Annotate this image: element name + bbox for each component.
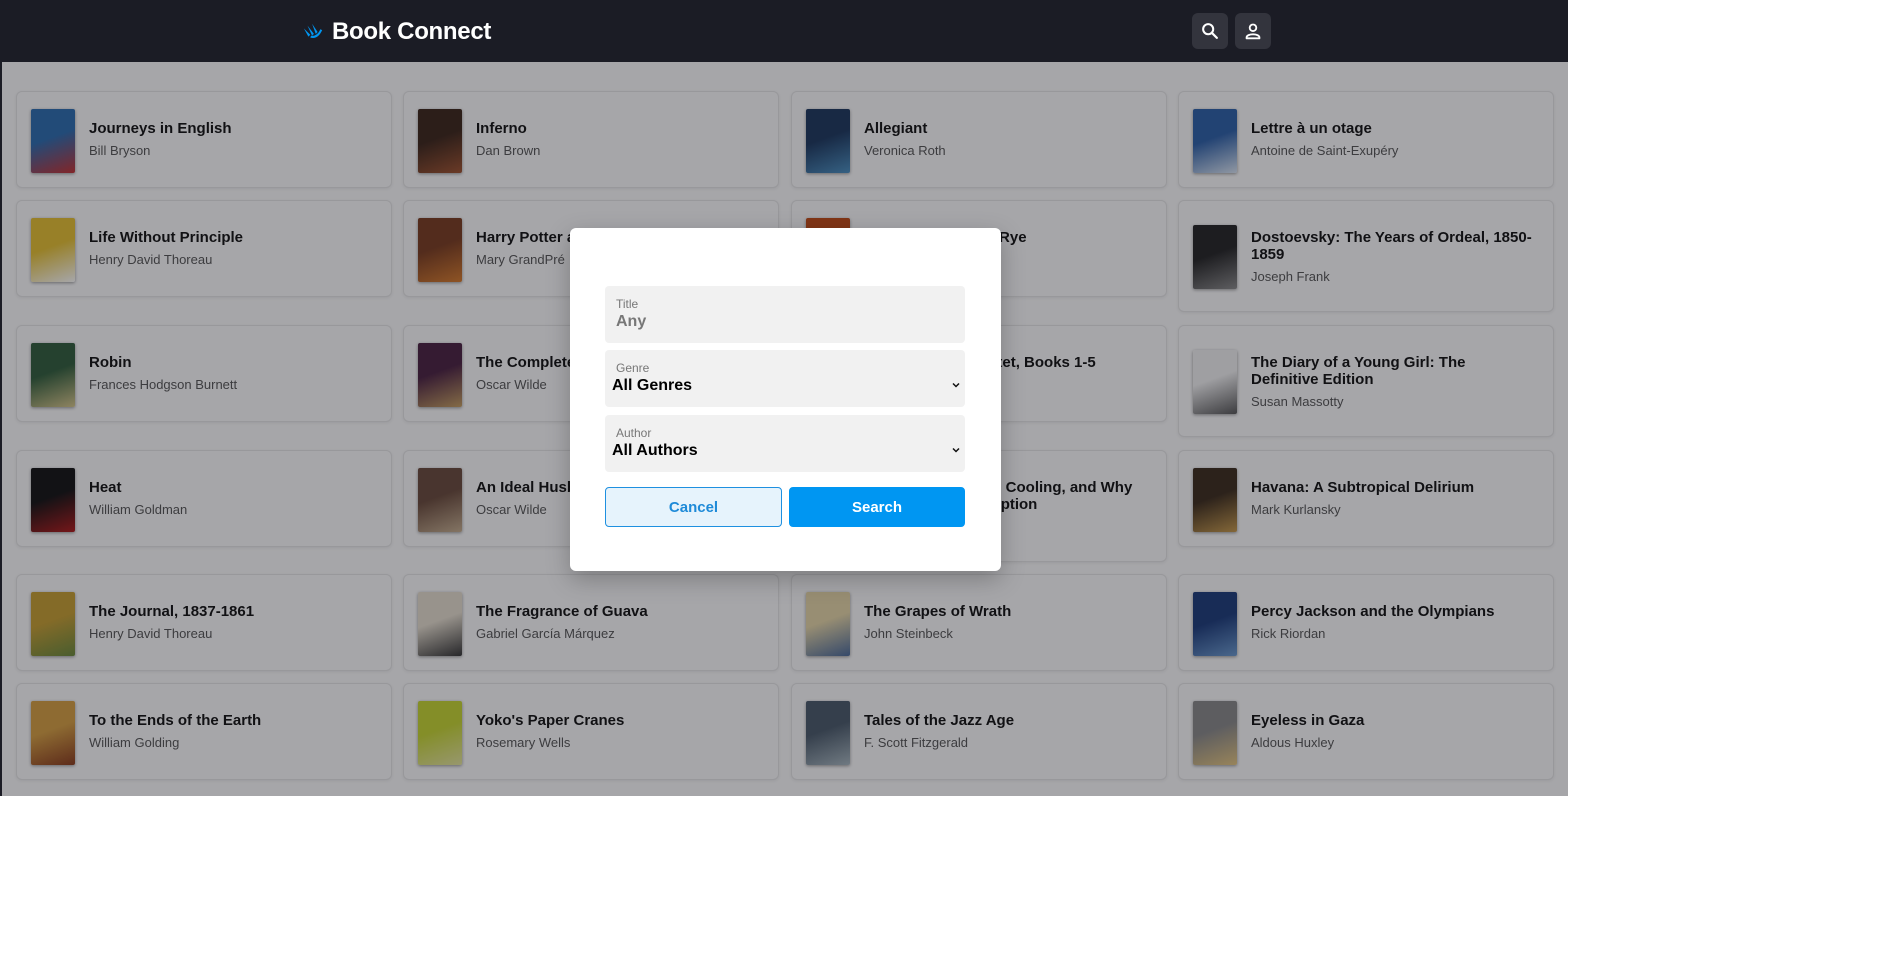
chevron-down-icon	[952, 382, 960, 388]
title-input[interactable]	[616, 313, 946, 331]
search-dialog: Title Genre All Genres Author All Author…	[570, 228, 1001, 571]
user-icon	[1245, 23, 1261, 40]
account-button[interactable]	[1235, 13, 1271, 49]
author-label: Author	[616, 426, 652, 440]
app-header: Book Connect	[0, 0, 1568, 62]
search-icon	[1202, 23, 1218, 39]
cancel-button[interactable]: Cancel	[605, 487, 782, 527]
page-edge	[0, 0, 2, 796]
chevron-down-icon	[952, 447, 960, 453]
author-select[interactable]: Author All Authors	[605, 415, 965, 472]
brand-logo-icon	[303, 23, 323, 39]
genre-label: Genre	[616, 361, 650, 375]
title-field[interactable]: Title	[605, 286, 965, 343]
search-submit-button[interactable]: Search	[789, 487, 965, 527]
genre-select[interactable]: Genre All Genres	[605, 350, 965, 407]
brand[interactable]: Book Connect	[302, 16, 491, 48]
author-value: All Authors	[612, 442, 698, 459]
genre-value: All Genres	[612, 377, 693, 394]
search-button[interactable]	[1192, 13, 1228, 49]
title-label: Title	[616, 297, 639, 311]
brand-name: Book Connect	[332, 18, 492, 45]
